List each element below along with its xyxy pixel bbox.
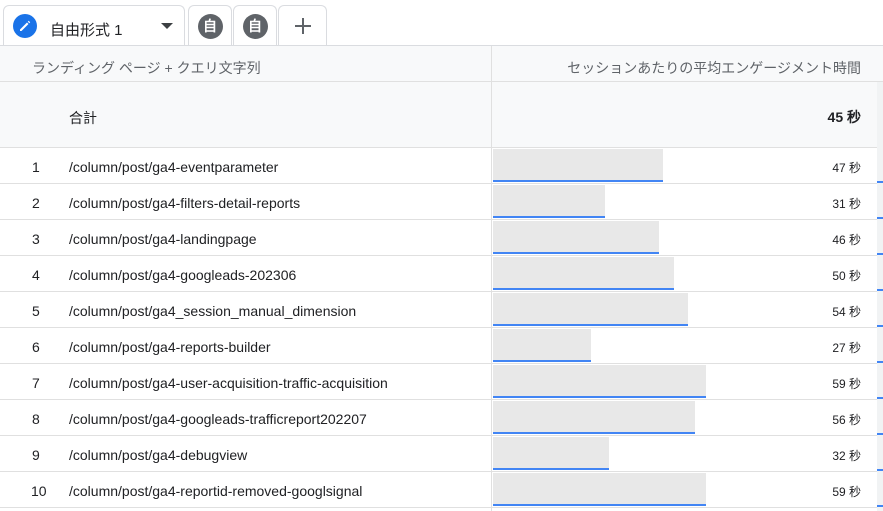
total-label: 合計 <box>69 110 97 126</box>
scroll-edge-marker <box>877 289 883 291</box>
metric-cell <box>493 400 877 436</box>
scroll-edge-marker <box>877 469 883 471</box>
row-dimension-value[interactable]: /column/post/ga4-filters-detail-reports <box>69 195 300 211</box>
metric-bar <box>493 221 659 254</box>
row-dimension-value[interactable]: /column/post/ga4-reportid-removed-googls… <box>69 483 362 499</box>
row-metric-value: 46 秒 <box>832 233 861 247</box>
table-row[interactable]: 2/column/post/ga4-filters-detail-reports… <box>0 184 883 220</box>
metric-cell <box>493 148 877 184</box>
scroll-edge-marker <box>877 433 883 435</box>
metric-cell <box>493 220 877 256</box>
metric-bar <box>493 401 695 434</box>
row-dimension-value[interactable]: /column/post/ga4-reports-builder <box>69 339 271 355</box>
row-metric-value: 54 秒 <box>832 305 861 319</box>
metric-bar <box>493 293 688 326</box>
chevron-down-icon[interactable] <box>161 23 173 29</box>
metric-cell <box>493 256 877 292</box>
table-header: ランディング ページ + クエリ文字列 セッションあたりの平均エンゲージメント時… <box>0 46 883 82</box>
metric-bar <box>493 257 674 290</box>
row-metric-value: 50 秒 <box>832 269 861 283</box>
tab-secondary-1[interactable]: 自 <box>188 5 232 46</box>
table-row[interactable]: 7/column/post/ga4-user-acquisition-traff… <box>0 364 883 400</box>
row-metric-value: 32 秒 <box>832 449 861 463</box>
tab-title: 自由形式 1 <box>50 22 123 39</box>
row-metric-value: 27 秒 <box>832 341 861 355</box>
scroll-edge <box>877 82 883 511</box>
row-dimension-value[interactable]: /column/post/ga4-eventparameter <box>69 159 278 175</box>
tab-freeform-1[interactable]: 自由形式 1 <box>3 5 185 46</box>
metric-bar <box>493 329 591 362</box>
scroll-edge-marker <box>877 397 883 399</box>
row-number: 4 <box>32 267 40 283</box>
row-dimension-value[interactable]: /column/post/ga4-googleads-202306 <box>69 267 296 283</box>
row-number: 5 <box>32 303 40 319</box>
row-dimension-value[interactable]: /column/post/ga4-user-acquisition-traffi… <box>69 375 388 391</box>
metric-cell <box>493 436 877 472</box>
add-tab-button[interactable] <box>278 5 327 46</box>
table-row[interactable]: 9/column/post/ga4-debugview 32 秒 <box>0 436 883 472</box>
tab-secondary-2[interactable]: 自 <box>233 5 277 46</box>
table-row[interactable]: 10/column/post/ga4-reportid-removed-goog… <box>0 472 883 508</box>
scroll-edge-marker <box>877 361 883 363</box>
column-divider <box>491 46 492 511</box>
total-value: 45 秒 <box>827 109 861 125</box>
row-metric-value: 59 秒 <box>832 377 861 391</box>
metric-bar <box>493 437 609 470</box>
row-number: 2 <box>32 195 40 211</box>
scroll-edge-marker <box>877 181 883 183</box>
tab-type-icon: 自 <box>197 13 223 39</box>
table-row[interactable]: 8/column/post/ga4-googleads-trafficrepor… <box>0 400 883 436</box>
metric-cell <box>493 328 877 364</box>
row-metric-value: 31 秒 <box>832 197 861 211</box>
scroll-edge-marker <box>877 325 883 327</box>
table-row[interactable]: 5/column/post/ga4_session_manual_dimensi… <box>0 292 883 328</box>
plus-icon <box>294 18 311 34</box>
metric-column-header[interactable]: セッションあたりの平均エンゲージメント時間 <box>567 58 861 78</box>
scroll-edge-marker <box>877 505 883 507</box>
row-number: 10 <box>31 483 47 499</box>
metric-bar <box>493 365 706 398</box>
metric-cell <box>493 184 877 220</box>
row-metric-value: 47 秒 <box>832 161 861 175</box>
metric-cell <box>493 364 877 400</box>
dimension-column-header[interactable]: ランディング ページ + クエリ文字列 <box>32 58 261 78</box>
row-dimension-value[interactable]: /column/post/ga4-landingpage <box>69 231 257 247</box>
metric-bar <box>493 473 706 506</box>
table-row[interactable]: 6/column/post/ga4-reports-builder 27 秒 <box>0 328 883 364</box>
metric-cell <box>493 292 877 328</box>
total-row: 合計 45 秒 <box>0 82 883 148</box>
table-row[interactable]: 3/column/post/ga4-landingpage 46 秒 <box>0 220 883 256</box>
scroll-edge-marker <box>877 217 883 219</box>
scroll-edge-marker <box>877 253 883 255</box>
exploration-tab-bar: 自由形式 1 自 自 <box>0 0 883 46</box>
pencil-icon[interactable] <box>13 14 37 38</box>
table-row[interactable]: 1/column/post/ga4-eventparameter 47 秒 <box>0 148 883 184</box>
row-number: 8 <box>32 411 40 427</box>
row-number: 6 <box>32 339 40 355</box>
tab-type-icon: 自 <box>242 13 268 39</box>
row-metric-value: 56 秒 <box>832 413 861 427</box>
table-body: 1/column/post/ga4-eventparameter 47 秒 2/co… <box>0 148 883 508</box>
metric-bar <box>493 149 663 182</box>
row-metric-value: 59 秒 <box>832 485 861 499</box>
metric-bar <box>493 185 605 218</box>
row-number: 9 <box>32 447 40 463</box>
metric-cell <box>493 472 877 508</box>
row-dimension-value[interactable]: /column/post/ga4-googleads-trafficreport… <box>69 411 367 427</box>
row-dimension-value[interactable]: /column/post/ga4-debugview <box>69 447 247 463</box>
row-number: 3 <box>32 231 40 247</box>
row-dimension-value[interactable]: /column/post/ga4_session_manual_dimensio… <box>69 303 356 319</box>
report-table: ランディング ページ + クエリ文字列 セッションあたりの平均エンゲージメント時… <box>0 45 883 511</box>
row-number: 1 <box>32 159 40 175</box>
row-number: 7 <box>32 375 40 391</box>
table-row[interactable]: 4/column/post/ga4-googleads-202306 50 秒 <box>0 256 883 292</box>
